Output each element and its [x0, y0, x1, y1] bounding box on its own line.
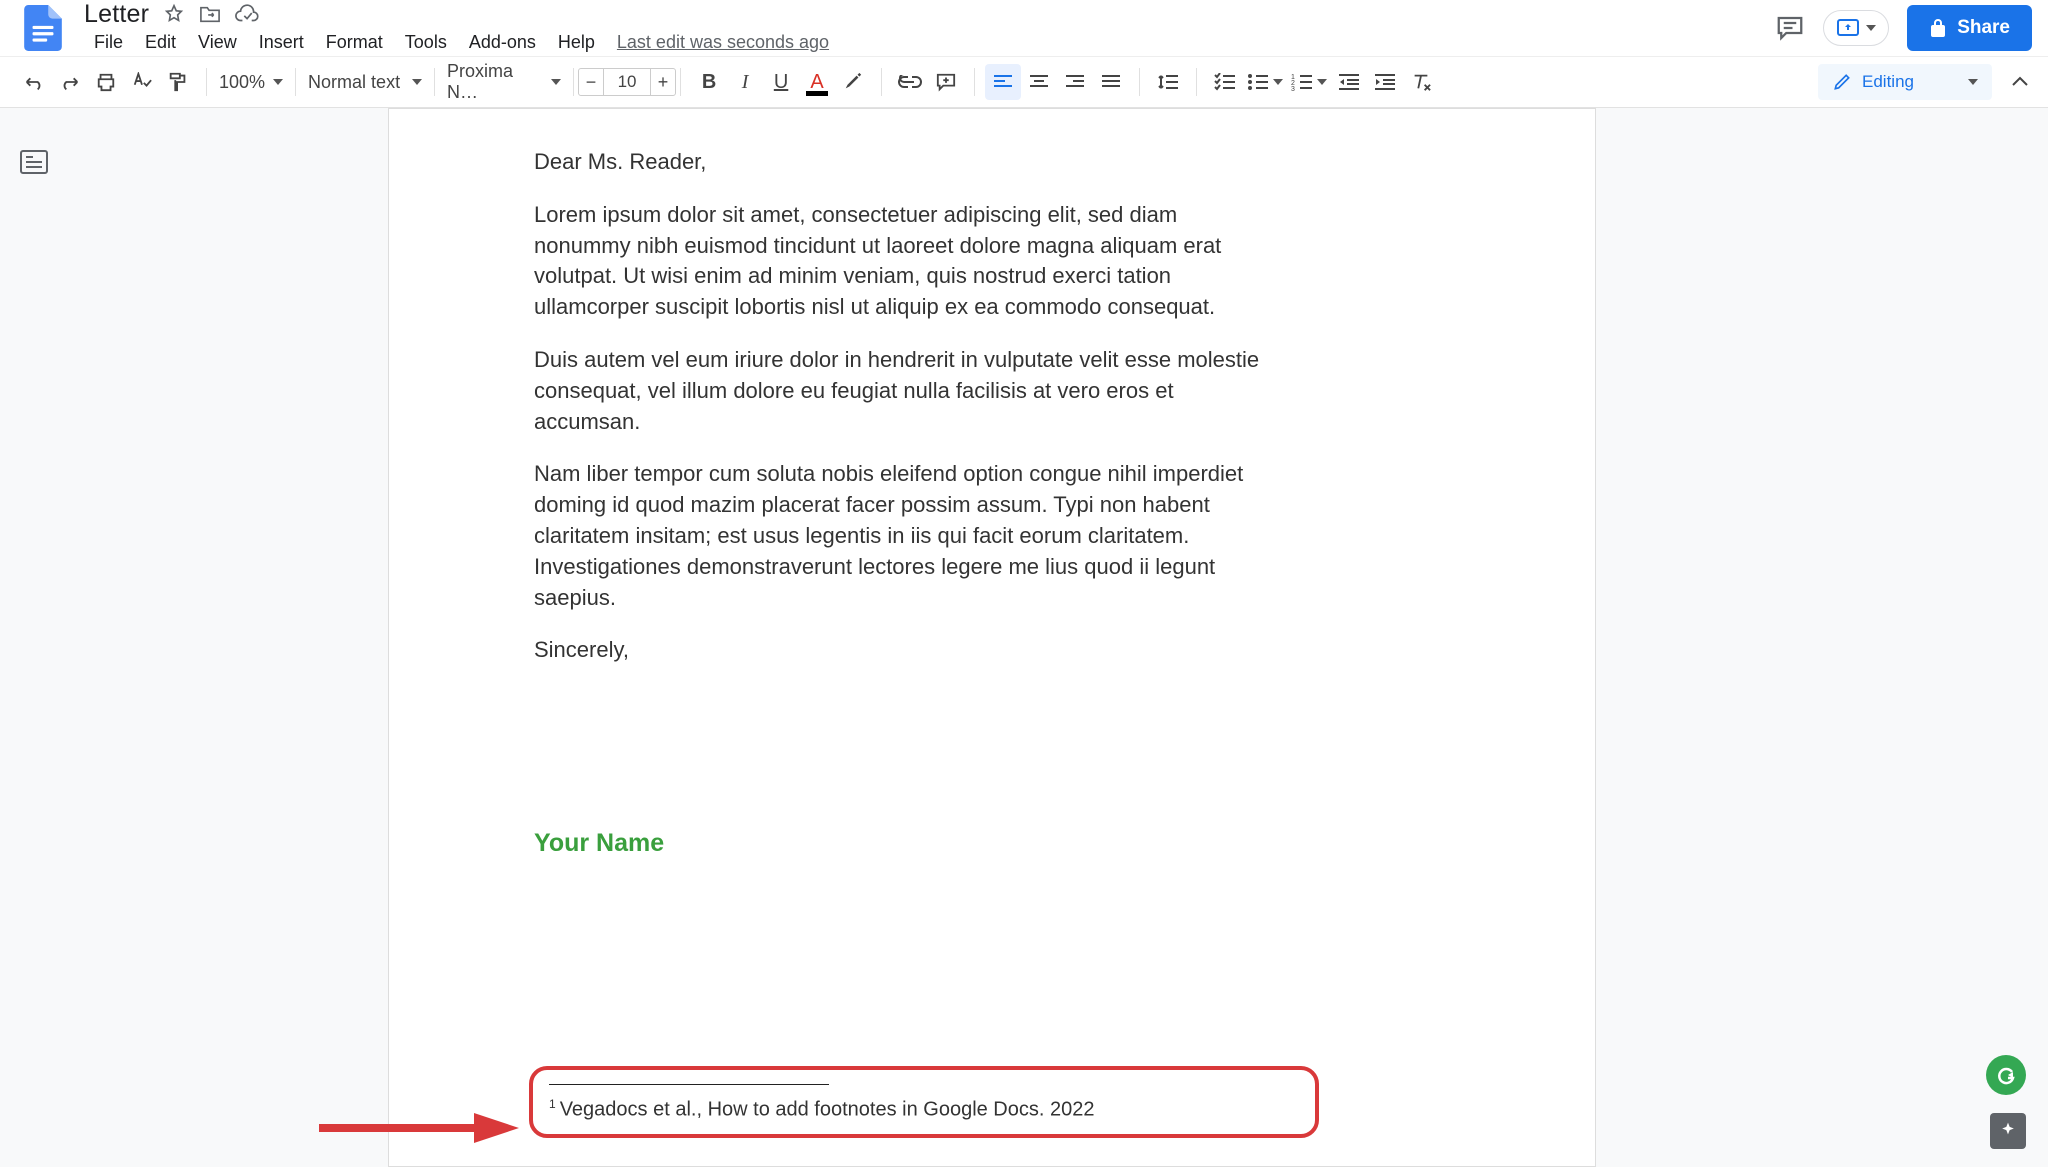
font-size-decrease[interactable]: − — [578, 68, 604, 96]
paint-format-button[interactable] — [160, 64, 196, 100]
svg-text:3: 3 — [1291, 86, 1295, 91]
align-left-button[interactable] — [985, 64, 1021, 100]
share-label: Share — [1957, 17, 2010, 39]
docs-logo-icon[interactable] — [18, 3, 68, 53]
align-right-button[interactable] — [1057, 64, 1093, 100]
decrease-indent-button[interactable] — [1331, 64, 1367, 100]
insert-comment-button[interactable] — [928, 64, 964, 100]
menu-file[interactable]: File — [84, 28, 133, 57]
footnote-highlight-box: 1 Vegadocs et al., How to add footnotes i… — [529, 1066, 1319, 1138]
redo-button[interactable] — [52, 64, 88, 100]
font-value: Proxima N… — [447, 61, 543, 103]
menu-format[interactable]: Format — [316, 28, 393, 57]
font-size-control: − + — [578, 68, 676, 96]
footnote-separator — [549, 1084, 829, 1085]
footnote-body[interactable]: Vegadocs et al., How to add footnotes in… — [560, 1099, 1095, 1121]
canvas-area: Dear Ms. Reader, Lorem ipsum dolor sit a… — [0, 108, 2048, 1167]
highlight-button[interactable] — [835, 64, 871, 100]
comments-icon[interactable] — [1775, 13, 1805, 43]
menu-bar: File Edit View Insert Format Tools Add-o… — [84, 27, 1775, 57]
spellcheck-button[interactable] — [124, 64, 160, 100]
share-button[interactable]: Share — [1907, 5, 2032, 51]
footnote-ref-number: 1 — [549, 1097, 556, 1111]
increase-indent-button[interactable] — [1367, 64, 1403, 100]
grammarly-icon[interactable] — [1986, 1055, 2026, 1095]
menu-tools[interactable]: Tools — [395, 28, 457, 57]
chevron-down-icon — [551, 79, 561, 85]
toolbar: 100% Normal text Proxima N… − + B I U A — [0, 56, 2048, 108]
signature-line[interactable]: Your Name — [534, 826, 1274, 861]
numbered-list-button[interactable]: 123 — [1287, 64, 1331, 100]
checklist-button[interactable] — [1207, 64, 1243, 100]
document-title[interactable]: Letter — [84, 0, 149, 29]
footnote-area: 1 Vegadocs et al., How to add footnotes i… — [529, 1066, 1319, 1138]
text-color-button[interactable]: A — [799, 64, 835, 100]
font-family-select[interactable]: Proxima N… — [439, 61, 569, 103]
footnote-text[interactable]: 1 Vegadocs et al., How to add footnotes i… — [549, 1097, 1299, 1122]
insert-link-button[interactable] — [892, 64, 928, 100]
outline-toggle-icon[interactable] — [20, 150, 48, 174]
explore-icon[interactable] — [1990, 1113, 2026, 1149]
present-button[interactable] — [1823, 10, 1889, 46]
chevron-down-icon — [1968, 79, 1978, 85]
paragraph-1[interactable]: Lorem ipsum dolor sit amet, consectetuer… — [534, 200, 1274, 323]
print-button[interactable] — [88, 64, 124, 100]
chevron-down-icon — [273, 79, 283, 85]
star-icon[interactable] — [163, 3, 185, 25]
cloud-saved-icon[interactable] — [235, 4, 261, 24]
line-spacing-button[interactable] — [1150, 64, 1186, 100]
mode-button[interactable]: Editing — [1818, 64, 1992, 100]
undo-button[interactable] — [16, 64, 52, 100]
underline-button[interactable]: U — [763, 64, 799, 100]
greeting-line[interactable]: Dear Ms. Reader, — [534, 147, 1274, 178]
page[interactable]: Dear Ms. Reader, Lorem ipsum dolor sit a… — [388, 108, 1596, 1167]
paragraph-3[interactable]: Nam liber tempor cum soluta nobis eleife… — [534, 459, 1274, 613]
font-size-increase[interactable]: + — [650, 68, 676, 96]
menu-addons[interactable]: Add-ons — [459, 28, 546, 57]
last-edit-link[interactable]: Last edit was seconds ago — [617, 32, 829, 53]
chevron-down-icon — [412, 79, 422, 85]
menu-view[interactable]: View — [188, 28, 247, 57]
font-size-input[interactable] — [604, 68, 650, 96]
bulleted-list-button[interactable] — [1243, 64, 1287, 100]
bold-button[interactable]: B — [691, 64, 727, 100]
menu-insert[interactable]: Insert — [249, 28, 314, 57]
style-value: Normal text — [308, 72, 400, 93]
annotation-arrow-icon — [319, 1108, 519, 1148]
clear-formatting-button[interactable] — [1403, 64, 1439, 100]
menu-edit[interactable]: Edit — [135, 28, 186, 57]
align-center-button[interactable] — [1021, 64, 1057, 100]
page-content[interactable]: Dear Ms. Reader, Lorem ipsum dolor sit a… — [534, 147, 1274, 883]
paragraph-2[interactable]: Duis autem vel eum iriure dolor in hendr… — [534, 345, 1274, 437]
move-folder-icon[interactable] — [199, 4, 221, 24]
closing-line[interactable]: Sincerely, — [534, 635, 1274, 666]
chevron-down-icon — [1866, 25, 1876, 31]
zoom-value: 100% — [219, 72, 265, 93]
zoom-select[interactable]: 100% — [211, 72, 291, 93]
title-bar: Letter File Edit View Insert Format Tool… — [0, 0, 2048, 56]
collapse-toolbar-button[interactable] — [2002, 64, 2038, 100]
italic-button[interactable]: I — [727, 64, 763, 100]
align-justify-button[interactable] — [1093, 64, 1129, 100]
paragraph-style-select[interactable]: Normal text — [300, 72, 430, 93]
menu-help[interactable]: Help — [548, 28, 605, 57]
mode-label: Editing — [1862, 72, 1914, 92]
